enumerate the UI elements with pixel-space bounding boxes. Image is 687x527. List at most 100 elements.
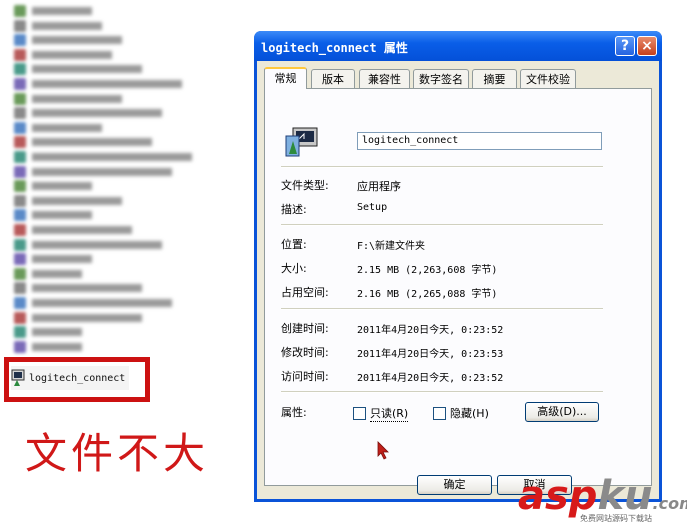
file-icon [14, 326, 26, 339]
file-icon [14, 297, 26, 309]
blurred-file-row[interactable] [14, 165, 172, 179]
blurred-file-row[interactable] [14, 92, 122, 106]
blurred-file-name [32, 94, 122, 103]
setup-program-icon [285, 127, 318, 157]
blurred-file-name [32, 313, 142, 322]
properties-dialog: logitech_connect 属性 ? × 常规 版本 兼容性 数字签名 摘… [254, 31, 662, 502]
blurred-file-row[interactable] [14, 4, 92, 18]
blurred-file-row[interactable] [14, 33, 122, 47]
file-name-field[interactable]: logitech_connect [357, 132, 602, 150]
separator [281, 308, 603, 310]
tab-compatibility[interactable]: 兼容性 [359, 69, 410, 88]
hidden-checkbox[interactable]: 隐藏(H) [433, 405, 489, 421]
close-button[interactable]: × [637, 36, 657, 56]
blurred-file-name [32, 21, 102, 30]
mouse-cursor-icon [377, 441, 389, 460]
blurred-file-row[interactable] [14, 296, 172, 310]
blurred-file-name [32, 80, 182, 88]
blurred-file-name [32, 255, 92, 264]
ok-button[interactable]: 确定 [417, 475, 492, 495]
readonly-checkbox[interactable]: 只读(R) [353, 405, 409, 422]
file-icon [14, 238, 26, 251]
blurred-file-row[interactable] [14, 150, 192, 164]
blurred-file-row[interactable] [14, 135, 152, 149]
blurred-file-name [32, 36, 122, 45]
tab-version[interactable]: 版本 [311, 69, 355, 88]
file-icon [14, 78, 26, 90]
blurred-file-name [32, 182, 92, 191]
blurred-file-row[interactable] [14, 194, 122, 208]
general-panel: logitech_connect 文件类型: 应用程序 描述: Setup 位置… [264, 88, 652, 486]
file-icon [14, 136, 26, 149]
file-icon [14, 151, 26, 163]
blurred-file-row[interactable] [14, 311, 142, 325]
file-icon [14, 311, 26, 324]
blurred-file-row[interactable] [14, 77, 182, 91]
blurred-file-row[interactable] [14, 19, 102, 33]
blurred-file-row[interactable] [14, 48, 112, 62]
blurred-file-row[interactable] [14, 121, 102, 135]
location-value: F:\新建文件夹 [357, 241, 426, 252]
file-icon [14, 194, 26, 207]
blurred-file-name [32, 50, 112, 59]
location-label: 位置: [281, 238, 307, 251]
title-bar[interactable]: logitech_connect 属性 ? × [254, 31, 662, 61]
blurred-file-name [32, 226, 132, 234]
file-type-value: 应用程序 [357, 180, 401, 193]
tab-digital-signature[interactable]: 数字签名 [413, 69, 469, 88]
file-icon [14, 48, 26, 61]
blurred-file-row[interactable] [14, 267, 82, 281]
dialog-body: 常规 版本 兼容性 数字签名 摘要 文件校验 logitech_connect … [257, 61, 659, 499]
tab-summary[interactable]: 摘要 [472, 69, 517, 88]
modified-value: 2011年4月20日今天, 0:23:53 [357, 349, 504, 360]
tab-general[interactable]: 常规 [264, 67, 307, 89]
file-item-logitech-connect[interactable]: logitech_connect [11, 366, 129, 390]
readonly-checkbox-label: 只读(R) [370, 407, 409, 422]
description-label: 描述: [281, 203, 307, 216]
blurred-file-name [32, 196, 122, 205]
file-icon [14, 63, 26, 76]
file-icon [14, 253, 26, 266]
advanced-button[interactable]: 高级(D)... [525, 402, 599, 422]
watermark-subtitle: 免费网站源码下载站 [580, 514, 652, 523]
readonly-checkbox-box[interactable] [353, 407, 366, 420]
separator [281, 224, 603, 226]
file-icon [14, 5, 26, 17]
watermark-suffix: .com [652, 494, 687, 513]
blurred-file-row[interactable] [14, 340, 82, 354]
blurred-file-row[interactable] [14, 179, 92, 193]
separator [281, 391, 603, 393]
blurred-file-row[interactable] [14, 238, 162, 252]
file-icon [14, 107, 26, 120]
blurred-file-row[interactable] [14, 208, 92, 222]
caption-text: 文件不大 [25, 429, 210, 478]
file-icon [14, 267, 26, 280]
blurred-file-name [32, 211, 92, 220]
size-on-disk-label: 占用空间: [281, 286, 329, 299]
blurred-file-name [32, 240, 162, 249]
description-value: Setup [357, 202, 388, 213]
blurred-file-name [32, 284, 142, 293]
attributes-label: 属性: [281, 406, 307, 419]
file-icon [14, 165, 26, 178]
setup-file-icon [11, 369, 25, 386]
file-icon [14, 121, 26, 134]
blurred-file-name [32, 342, 82, 351]
blurred-file-row[interactable] [14, 223, 132, 237]
separator [281, 166, 603, 168]
blurred-file-name [32, 328, 82, 337]
blurred-file-row[interactable] [14, 325, 82, 339]
file-item-label: logitech_connect [29, 372, 126, 384]
blurred-file-row[interactable] [14, 252, 92, 266]
hidden-checkbox-label: 隐藏(H) [450, 407, 489, 420]
file-icon [14, 180, 26, 193]
tab-file-checksum[interactable]: 文件校验 [520, 69, 576, 88]
blurred-file-row[interactable] [14, 62, 142, 76]
blurred-file-row[interactable] [14, 106, 162, 120]
blurred-file-row[interactable] [14, 281, 142, 295]
hidden-checkbox-box[interactable] [433, 406, 446, 420]
help-button[interactable]: ? [615, 36, 635, 56]
accessed-value: 2011年4月20日今天, 0:23:52 [357, 373, 504, 384]
blurred-file-name [32, 167, 172, 176]
dialog-title: logitech_connect 属性 [261, 41, 408, 55]
